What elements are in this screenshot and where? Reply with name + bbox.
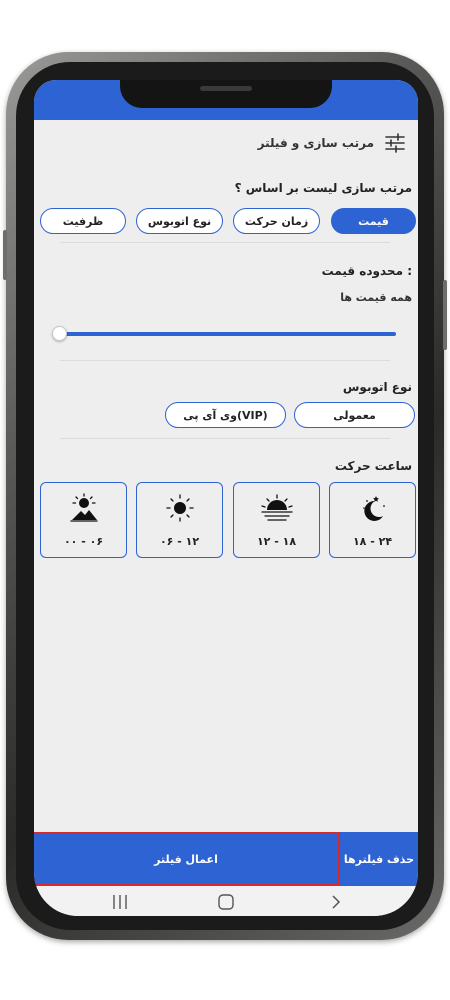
notch (120, 80, 332, 108)
price-range-value: همه قیمت ها (340, 291, 412, 304)
sort-title: مرتب سازی لیست بر اساس ؟ (234, 181, 412, 195)
time-slot-06-12[interactable]: ۰۶ - ۱۲ (136, 482, 223, 558)
sort-option-departure-time[interactable]: زمان حرکت (233, 208, 320, 234)
sort-option-capacity[interactable]: ظرفیت (40, 208, 126, 234)
time-slot-12-18[interactable]: ۱۲ - ۱۸ (233, 482, 320, 558)
time-slot-label: ۱۸ - ۲۴ (352, 535, 393, 548)
time-slot-18-24[interactable]: ۱۸ - ۲۴ (329, 482, 416, 558)
home-icon[interactable] (216, 893, 236, 911)
divider (60, 242, 390, 243)
recent-apps-icon[interactable] (110, 893, 130, 911)
price-range-title: محدوده قیمت : (321, 264, 412, 278)
time-slot-label: ۰۰ - ۰۶ (63, 535, 104, 548)
bus-type-title: نوع اتوبوس (342, 380, 412, 394)
sunrise-icon (69, 493, 98, 522)
time-slot-00-06[interactable]: ۰۰ - ۰۶ (40, 482, 127, 558)
time-slot-label: ۰۶ - ۱۲ (159, 535, 200, 548)
speaker (200, 86, 252, 91)
departure-time-title: ساعت حرکت (334, 459, 412, 473)
time-slot-label: ۱۲ - ۱۸ (256, 535, 297, 548)
header: مرتب سازی و فیلتر (34, 120, 418, 166)
divider (60, 360, 390, 361)
bus-type-vip[interactable]: وی آی پی(VIP) (165, 402, 286, 428)
price-slider-handle[interactable] (52, 326, 67, 341)
sliders-icon[interactable] (384, 132, 406, 154)
clear-filters-button[interactable]: حذف فیلترها (340, 832, 418, 886)
back-icon[interactable] (326, 893, 346, 911)
bottom-action-bar: اعمال فیلتر حذف فیلترها (34, 832, 418, 886)
divider (60, 438, 390, 439)
side-button (3, 230, 7, 280)
apply-filter-button[interactable]: اعمال فیلتر (34, 832, 340, 886)
price-slider-track[interactable] (60, 332, 396, 336)
sun-icon (165, 494, 194, 522)
bus-type-normal[interactable]: معمولی (294, 402, 415, 428)
system-nav-bar (34, 886, 418, 916)
sort-option-bus-type[interactable]: نوع اتوبوس (136, 208, 223, 234)
page-title: مرتب سازی و فیلتر (257, 136, 374, 150)
app-screen: مرتب سازی و فیلتر مرتب سازی لیست بر اساس… (34, 80, 418, 916)
side-button (443, 280, 447, 350)
sort-option-price[interactable]: قیمت (331, 208, 416, 234)
moon-icon (362, 496, 385, 521)
sunset-icon (260, 494, 293, 521)
